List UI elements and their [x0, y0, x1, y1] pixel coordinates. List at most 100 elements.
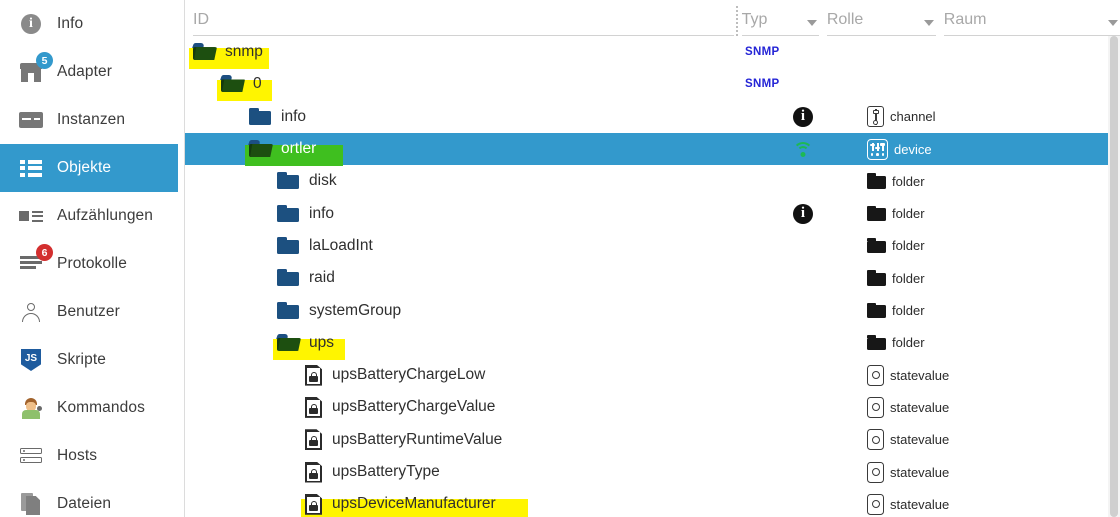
chevron-down-icon[interactable] [923, 20, 934, 26]
table-row[interactable]: upsBatteryRuntimeValuestatevalue2112664 [185, 424, 1120, 456]
row-type-cell: SNMP [739, 78, 867, 90]
folder-open-icon [276, 333, 301, 352]
sidebar-item-adapter[interactable]: 5 Adapter [0, 48, 184, 96]
table-row[interactable]: upsDeviceManufacturerstatevalueEATON664 [185, 488, 1120, 517]
folder-open-icon [220, 75, 245, 93]
enumerations-icon [18, 203, 44, 229]
sidebar-item-label: Skripte [57, 351, 106, 368]
table-row[interactable]: upsBatteryChargeValuestatevalue100664 [185, 391, 1120, 423]
row-role-cell: folder [867, 334, 1085, 351]
row-role-label: statevalue [890, 399, 950, 415]
table-row[interactable]: diskfolder664 [185, 165, 1120, 197]
sidebar-item-kommandos[interactable]: Kommandos [0, 384, 184, 432]
row-role-label: device [894, 141, 932, 157]
folder-closed-icon [277, 269, 300, 287]
table-row[interactable]: laLoadIntfolder664 [185, 230, 1120, 262]
row-id-cell: disk [185, 172, 739, 190]
row-type-cell: i [739, 203, 867, 224]
row-id-cell: 0 [185, 75, 739, 102]
info-icon: i [18, 11, 44, 37]
objects-list-icon [18, 155, 44, 181]
row-role-label: SNMP [745, 46, 780, 59]
table-row[interactable]: infoichannel664 [185, 101, 1120, 133]
sidebar-item-skripte[interactable]: JS Skripte [0, 336, 184, 384]
row-role-label: statevalue [890, 432, 950, 448]
row-type-cell: i [739, 106, 867, 127]
sidebar-item-hosts[interactable]: Hosts [0, 432, 184, 480]
folder-closed-icon [277, 172, 300, 190]
row-role-label: statevalue [890, 464, 950, 480]
row-id-cell: upsBatteryChargeLow [185, 364, 739, 386]
row-id-label: disk [309, 172, 337, 190]
sidebar-item-label: Benutzer [57, 303, 120, 320]
vertical-scrollbar[interactable] [1108, 36, 1120, 517]
filter-raum-select[interactable]: Raum [943, 4, 1120, 36]
sidebar-item-benutzer[interactable]: Benutzer [0, 288, 184, 336]
sidebar-item-objekte[interactable]: Objekte [0, 144, 178, 192]
row-id-label: 0 [253, 75, 262, 93]
row-id-cell: ups [185, 333, 739, 360]
row-id-cell: info [185, 204, 739, 223]
row-id-label: info [309, 204, 334, 222]
wifi-icon [792, 140, 814, 158]
table-header-row: ID Typ Rolle Raum [185, 0, 1120, 36]
chevron-down-icon[interactable] [806, 20, 817, 26]
row-role-cell: statevalue [867, 364, 1085, 386]
folder-closed-icon [249, 107, 272, 126]
table-row[interactable]: upsBatteryTypestatevaluePbAc664 [185, 456, 1120, 488]
row-role-cell: folder [867, 302, 1085, 319]
adapter-badge: 5 [36, 52, 53, 69]
table-row[interactable]: raidfolder664 [185, 262, 1120, 294]
sidebar-item-label: Aufzählungen [57, 207, 154, 224]
table-row[interactable]: infoifolder664 [185, 197, 1120, 229]
row-role-cell: channel [867, 106, 1085, 128]
filter-rolle-select[interactable]: Rolle [826, 4, 936, 36]
sidebar-item-label: Instanzen [57, 111, 126, 128]
sidebar-item-aufzaehlungen[interactable]: Aufzählungen [0, 192, 184, 240]
row-role-cell: device [867, 138, 1085, 160]
row-id-label: upsBatteryChargeValue [332, 398, 496, 416]
folder-icon [867, 173, 886, 189]
state-doc-lock-icon [305, 429, 322, 451]
row-role-label: folder [892, 303, 925, 319]
chevron-down-icon[interactable] [1108, 20, 1119, 26]
state-doc-lock-icon [305, 493, 322, 515]
user-icon [18, 299, 44, 325]
row-role-label: statevalue [890, 496, 950, 512]
folder-icon [867, 237, 886, 254]
table-body: snmpSNMP---0SNMP---infoichannel664ortler… [185, 36, 1120, 517]
instances-icon [18, 107, 44, 133]
table-row[interactable]: ortlerdevice664 [185, 132, 1120, 167]
folder-closed-icon [277, 204, 300, 223]
row-id-label: raid [309, 269, 335, 287]
filter-typ-select[interactable]: Typ [741, 4, 819, 36]
table-row[interactable]: upsBatteryChargeLowstatevalue20664 [185, 359, 1120, 391]
scrollbar-thumb[interactable] [1110, 36, 1118, 517]
protokolle-badge: 6 [36, 244, 53, 261]
table-row[interactable]: snmpSNMP--- [185, 36, 1120, 70]
row-role-cell: statevalue [867, 396, 1085, 418]
state-doc-lock-icon [305, 396, 322, 418]
table-row[interactable]: 0SNMP--- [185, 68, 1120, 102]
filter-rolle-placeholder: Rolle [826, 11, 864, 28]
sidebar-item-label: Dateien [57, 495, 112, 512]
sidebar-item-dateien[interactable]: Dateien [0, 480, 184, 517]
row-role-cell: statevalue [867, 429, 1085, 451]
sidebar-item-info[interactable]: i Info [0, 0, 184, 48]
filter-id-input[interactable]: ID [193, 4, 734, 36]
sidebar-item-label: Objekte [57, 159, 112, 176]
sidebar-item-instanzen[interactable]: Instanzen [0, 96, 184, 144]
table-row[interactable]: upsfolder664 [185, 327, 1120, 360]
channel-icon [867, 106, 884, 128]
row-id-label: upsBatteryChargeLow [332, 366, 486, 384]
folder-closed-icon [277, 301, 300, 320]
filter-raum-placeholder: Raum [943, 11, 987, 28]
filter-id-placeholder: ID [193, 11, 209, 28]
row-role-cell: folder [867, 173, 1085, 189]
folder-icon [867, 334, 886, 351]
table-row[interactable]: systemGroupfolder664 [185, 294, 1120, 326]
info-icon: i [793, 106, 813, 127]
sidebar-item-protokolle[interactable]: 6 Protokolle [0, 240, 184, 288]
row-id-cell: raid [185, 269, 739, 287]
row-id-label: upsDeviceManufacturer [332, 495, 496, 513]
